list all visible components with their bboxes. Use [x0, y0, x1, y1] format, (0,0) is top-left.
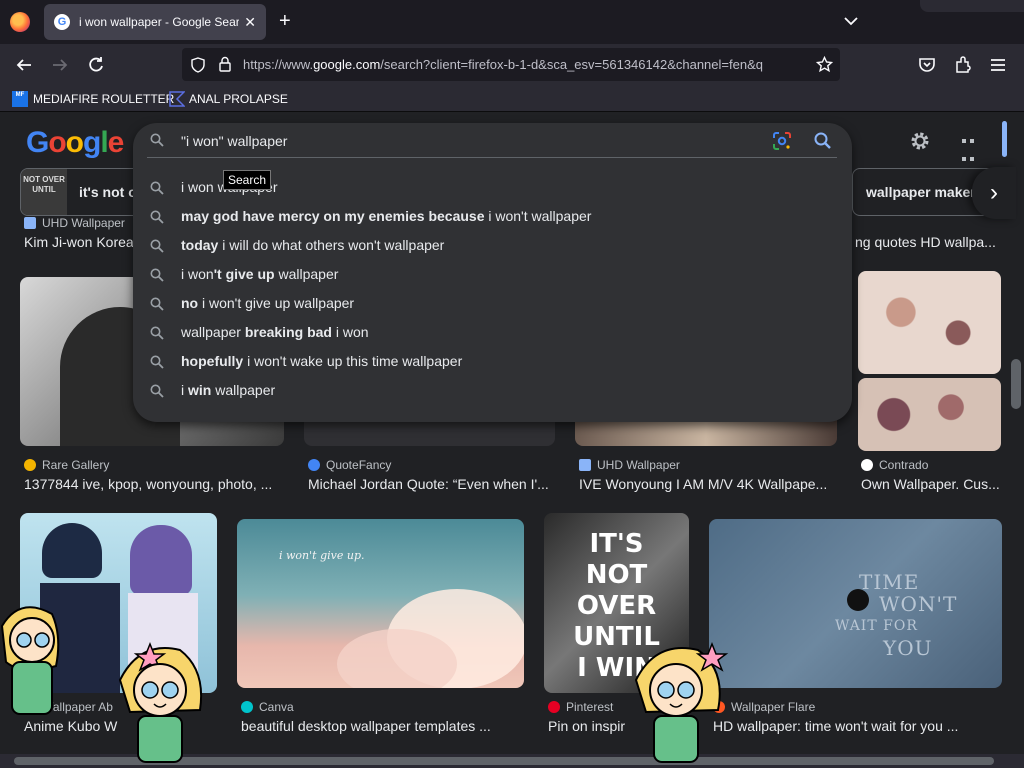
account-edge	[1002, 121, 1007, 157]
shield-icon[interactable]	[190, 57, 206, 73]
image-caption[interactable]: HD wallpaper: time won't wait for you ..…	[713, 718, 1002, 734]
tab-title: i won wallpaper - Google Search	[79, 15, 239, 29]
image-caption[interactable]: ng quotes HD wallpa...	[855, 234, 1000, 250]
search-icon	[150, 355, 164, 369]
lock-icon[interactable]	[218, 56, 232, 72]
suggestion-text: hopefully i won't wake up this time wall…	[181, 353, 463, 369]
image-thumbnail[interactable]: i won't give up.	[237, 519, 524, 688]
image-source[interactable]: QuoteFancy	[308, 458, 391, 472]
image-caption[interactable]: Kim Ji-won Korea	[24, 234, 134, 250]
suggestion-item[interactable]: may god have mercy on my enemies because…	[133, 202, 852, 231]
star-icon[interactable]	[816, 56, 833, 73]
cartoon-sticker[interactable]	[0, 596, 64, 720]
extensions-icon[interactable]	[953, 55, 973, 75]
image-source[interactable]: UHD Wallpaper	[24, 216, 125, 230]
gear-icon[interactable]	[908, 129, 932, 153]
url-text[interactable]: https://www.google.com/search?client=fir…	[243, 57, 807, 72]
suggestion-item[interactable]: i win wallpaper	[133, 376, 852, 405]
reload-icon[interactable]	[86, 55, 106, 75]
pocket-icon[interactable]	[917, 55, 937, 75]
google-logo[interactable]: Google	[26, 126, 124, 160]
chip-label: wallpaper maker	[866, 184, 976, 200]
suggestion-item[interactable]: i won't give up wallpaper	[133, 260, 852, 289]
bookmark-label: ANAL PROLAPSE	[189, 92, 288, 106]
search-tooltip: Search	[223, 170, 272, 190]
bookmark-label: MEDIAFIRE ROULETTER	[33, 92, 175, 106]
image-source[interactable]: UHD Wallpaper	[579, 458, 680, 472]
image-text: i won't give up.	[279, 549, 365, 562]
suggestion-text: no i won't give up wallpaper	[181, 295, 355, 311]
google-favicon-icon: G	[54, 14, 70, 30]
search-icon	[150, 326, 164, 340]
image-caption[interactable]: Own Wallpaper. Cus...	[861, 476, 1001, 492]
image-thumbnail[interactable]: TIME WON'T WAIT FOR YOU	[709, 519, 1002, 688]
suggestion-text: i win wallpaper	[181, 382, 276, 398]
image-caption[interactable]: 1377844 ive, kpop, wonyoung, photo, ...	[24, 476, 284, 492]
suggestion-item[interactable]: today i will do what others won't wallpa…	[133, 231, 852, 260]
image-thumbnail[interactable]	[858, 378, 1001, 451]
chip-label: it's not o	[79, 184, 137, 200]
search-icon	[150, 384, 164, 398]
google-lens-icon[interactable]	[772, 131, 792, 151]
chevron-down-icon[interactable]	[842, 12, 860, 30]
search-box[interactable]: i won wallpaper may god have mercy on my…	[133, 123, 852, 422]
tab-bar: G i won wallpaper - Google Search ✕ +	[0, 0, 1024, 44]
cartoon-sticker[interactable]	[626, 640, 730, 768]
bookmarks-toolbar: MF MEDIAFIRE ROULETTER ANAL PROLAPSE	[0, 86, 1024, 112]
search-icon	[150, 210, 164, 224]
suggestion-item[interactable]: hopefully i won't wake up this time wall…	[133, 347, 852, 376]
chip-thumbnail: NOT OVER UNTIL	[21, 169, 67, 215]
divider	[147, 157, 837, 158]
plus-icon[interactable]: +	[279, 10, 291, 32]
firefox-icon[interactable]	[10, 12, 30, 32]
bookmark-mediafire[interactable]: MF MEDIAFIRE ROULETTER	[12, 91, 174, 107]
search-icon	[150, 239, 164, 253]
hamburger-menu-icon[interactable]	[988, 55, 1008, 75]
close-icon[interactable]: ✕	[244, 14, 256, 31]
search-icon	[150, 297, 164, 311]
image-source[interactable]: Pinterest	[548, 700, 613, 714]
url-bar[interactable]: https://www.google.com/search?client=fir…	[182, 48, 840, 81]
image-caption[interactable]: IVE Wonyoung I AM M/V 4K Wallpape...	[579, 476, 834, 492]
image-caption[interactable]: beautiful desktop wallpaper templates ..…	[241, 718, 524, 734]
bookmark-second[interactable]: ANAL PROLAPSE	[169, 91, 288, 107]
search-icon	[150, 181, 164, 195]
forward-arrow-icon[interactable]	[50, 55, 70, 75]
suggestion-item[interactable]: wallpaper breaking bad i won	[133, 318, 852, 347]
suggestion-text: i won't give up wallpaper	[181, 266, 339, 282]
search-button-icon[interactable]	[813, 131, 833, 151]
tab-active[interactable]: G i won wallpaper - Google Search ✕	[44, 4, 266, 40]
apps-grid-icon[interactable]	[960, 131, 980, 215]
suggestion-text: today i will do what others won't wallpa…	[181, 237, 445, 253]
search-icon	[150, 133, 164, 147]
suggestion-text: may god have mercy on my enemies because…	[181, 208, 592, 224]
image-source[interactable]: Canva	[241, 700, 294, 714]
mediafire-icon: MF	[12, 91, 28, 107]
scrollbar-thumb[interactable]	[1011, 359, 1021, 409]
image-source[interactable]: Contrado	[861, 458, 928, 472]
bookmark-favicon-icon	[169, 91, 185, 107]
vertical-scrollbar[interactable]	[1008, 113, 1024, 768]
image-caption[interactable]: Michael Jordan Quote: “Even when I'...	[308, 476, 556, 492]
cartoon-sticker[interactable]	[110, 640, 210, 768]
back-arrow-icon[interactable]	[14, 55, 34, 75]
suggestion-text: wallpaper breaking bad i won	[181, 324, 369, 340]
image-source[interactable]: Rare Gallery	[24, 458, 109, 472]
suggestion-item[interactable]: no i won't give up wallpaper	[133, 289, 852, 318]
search-icon	[150, 268, 164, 282]
window-controls	[920, 0, 1024, 12]
search-input[interactable]	[181, 130, 741, 152]
nav-bar: https://www.google.com/search?client=fir…	[0, 44, 1024, 86]
image-thumbnail[interactable]	[858, 271, 1001, 374]
